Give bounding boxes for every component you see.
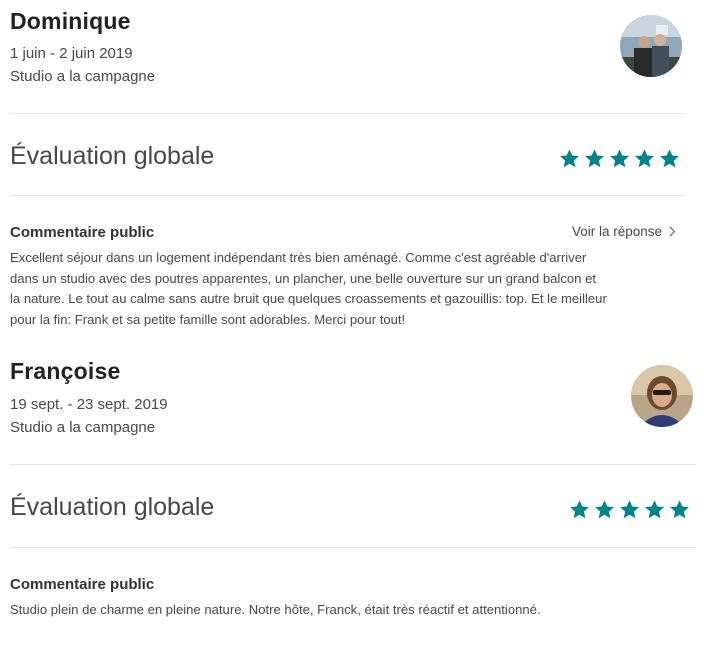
star-icon (660, 149, 679, 168)
star-rating (559, 148, 680, 169)
stay-dates: 19 sept. - 23 sept. 2019 (10, 396, 168, 413)
reviewer-name: Françoise (10, 358, 121, 384)
listing-name: Studio a la campagne (10, 419, 156, 436)
review-card: Dominique 1 juin - 2 juin 2019 Studio a … (0, 0, 720, 330)
star-icon (670, 500, 689, 519)
star-icon (595, 500, 614, 519)
star-icon (570, 500, 589, 519)
overall-rating-label: Évaluation globale (10, 493, 215, 521)
comment-text: Excellent séjour dans un logement indépe… (10, 248, 607, 330)
avatar[interactable] (631, 365, 693, 427)
comment-title: Commentaire public (10, 576, 155, 593)
divider (10, 195, 685, 196)
chevron-right-icon (669, 226, 676, 237)
star-icon (610, 149, 629, 168)
divider (10, 464, 696, 465)
star-icon (560, 149, 579, 168)
reviewer-name: Dominique (10, 8, 131, 34)
comment-line: la nature. Le tout au calme sans autre b… (10, 291, 607, 306)
star-rating (569, 499, 690, 520)
divider (10, 113, 685, 114)
star-icon (585, 149, 604, 168)
star-icon (620, 500, 639, 519)
star-icon (645, 500, 664, 519)
comment-line: Studio plein de charme en pleine nature.… (10, 602, 541, 617)
star-icon (635, 149, 654, 168)
avatar[interactable] (620, 15, 682, 77)
see-reply-label: Voir la réponse (572, 224, 663, 239)
review-card: Françoise 19 sept. - 23 sept. 2019 Studi… (0, 330, 720, 648)
listing-name: Studio a la campagne (10, 68, 156, 85)
see-reply-link[interactable]: Voir la réponse (572, 224, 676, 239)
comment-title: Commentaire public (10, 224, 155, 241)
comment-line: Excellent séjour dans un logement indépe… (10, 250, 587, 265)
comment-text: Studio plein de charme en pleine nature.… (10, 600, 541, 621)
overall-rating-label: Évaluation globale (10, 142, 215, 170)
comment-line: pour la fin: Frank et sa petite famille … (10, 311, 406, 327)
divider (10, 547, 696, 548)
stay-dates: 1 juin - 2 juin 2019 (10, 45, 133, 62)
comment-line: dans un studio avec des poutres apparent… (10, 270, 596, 286)
